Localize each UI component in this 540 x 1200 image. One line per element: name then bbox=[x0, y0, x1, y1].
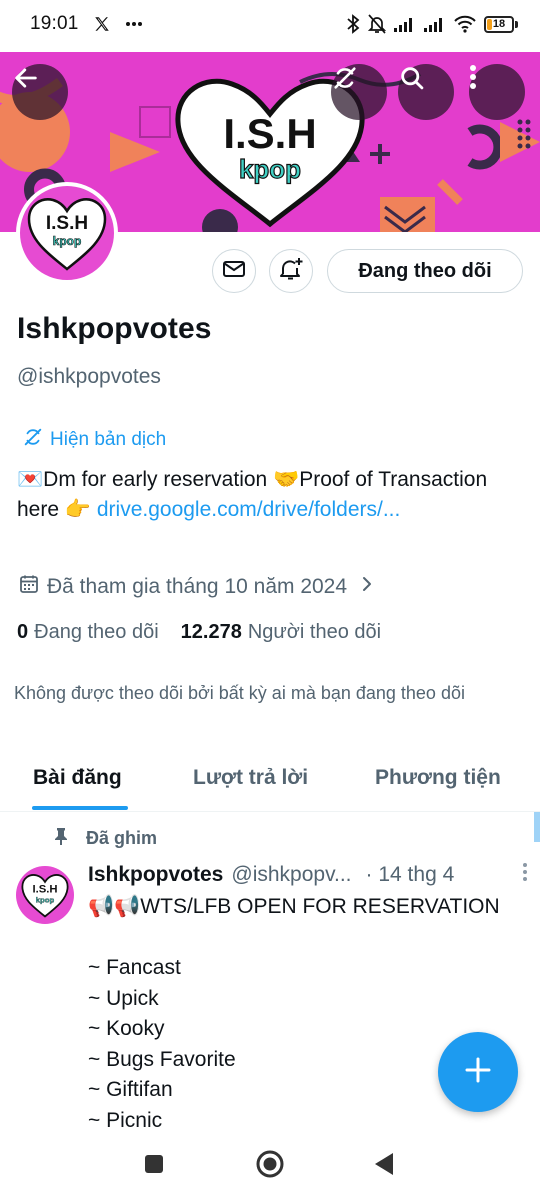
pinned-label: Đã ghim bbox=[86, 828, 158, 848]
tab-replies[interactable]: Lượt trả lời bbox=[193, 766, 308, 790]
translate-toggle-button[interactable] bbox=[331, 64, 387, 120]
followers-label: Người theo dõi bbox=[247, 621, 382, 643]
message-button[interactable] bbox=[212, 249, 256, 293]
tab-media[interactable]: Phương tiện bbox=[375, 766, 501, 790]
status-time: 19:01 bbox=[30, 13, 79, 34]
bio-link[interactable]: drive.google.com/drive/folders/... bbox=[97, 498, 400, 521]
post-time[interactable]: · 14 thg 4 bbox=[366, 863, 455, 887]
x-logo-icon bbox=[93, 15, 111, 33]
joined-label: Đã tham gia tháng 10 năm 2024 bbox=[47, 575, 348, 598]
show-translation-link[interactable]: Hiện bản dịch bbox=[22, 426, 166, 454]
chevron-right-icon bbox=[361, 575, 373, 599]
post-author-handle: @ishkpopv... bbox=[231, 862, 352, 886]
bell-plus-icon bbox=[278, 256, 304, 287]
post-author-name[interactable]: Ishkpopvotes bbox=[88, 863, 223, 887]
post-avatar-logo-text: I.S.H bbox=[32, 884, 57, 896]
bell-muted-icon bbox=[368, 14, 386, 34]
signal-icon bbox=[394, 16, 416, 32]
home-button[interactable] bbox=[254, 1150, 286, 1182]
signal-icon bbox=[424, 16, 446, 32]
more-options-button[interactable] bbox=[469, 64, 525, 120]
profile-handle: @ishkpopvotes bbox=[17, 365, 161, 388]
plus-icon bbox=[464, 1056, 492, 1089]
active-tab-indicator bbox=[32, 806, 128, 810]
mail-icon bbox=[222, 259, 246, 284]
profile-tabs: Bài đăng Lượt trả lời Phương tiện bbox=[0, 748, 540, 812]
post-more-button[interactable] bbox=[522, 862, 528, 887]
triangle-back-icon bbox=[373, 1152, 395, 1181]
square-icon bbox=[144, 1154, 164, 1179]
more-dots-icon bbox=[125, 21, 143, 27]
translate-label: Hiện bản dịch bbox=[50, 429, 167, 450]
back-nav-button[interactable] bbox=[368, 1150, 400, 1182]
following-button[interactable]: Đang theo dõi bbox=[327, 249, 523, 293]
wifi-icon bbox=[454, 15, 476, 33]
profile-avatar[interactable]: I.S.H kpop bbox=[16, 182, 118, 284]
battery-level: 18 bbox=[492, 18, 506, 30]
system-navigation-bar bbox=[0, 1130, 540, 1200]
translate-icon bbox=[22, 426, 44, 454]
profile-bio: 💌Dm for early reservation 🤝Proof of Tran… bbox=[17, 465, 517, 525]
battery-icon: 18 bbox=[484, 15, 518, 33]
pin-icon bbox=[52, 826, 70, 851]
pinned-indicator: Đã ghim bbox=[52, 826, 157, 851]
follow-stats: 0 Đang theo dõi 12.278 Người theo dõi bbox=[17, 621, 381, 644]
following-label: Đang theo dõi bbox=[34, 621, 159, 643]
tab-posts[interactable]: Bài đăng bbox=[33, 766, 122, 790]
scrollbar[interactable] bbox=[534, 812, 540, 842]
home-circle-icon bbox=[256, 1150, 284, 1183]
banner-logo-text: I.S.H bbox=[223, 110, 316, 157]
following-stat[interactable]: 0 Đang theo dõi bbox=[17, 621, 159, 644]
joined-date[interactable]: Đã tham gia tháng 10 năm 2024 bbox=[19, 574, 373, 600]
followers-count: 12.278 bbox=[180, 621, 242, 643]
status-bar: 19:01 18 bbox=[0, 0, 540, 48]
avatar-logo-subtext: kpop bbox=[53, 234, 82, 248]
search-button[interactable] bbox=[398, 64, 454, 120]
avatar-logo-text: I.S.H bbox=[46, 213, 88, 234]
banner-logo-subtext: kpop bbox=[239, 154, 301, 184]
followers-stat[interactable]: 12.278 Người theo dõi bbox=[181, 621, 381, 644]
post-avatar[interactable]: I.S.H kpop bbox=[16, 866, 74, 924]
not-followed-note: Không được theo dõi bởi bất kỳ ai mà bạn… bbox=[14, 683, 465, 703]
back-button[interactable] bbox=[12, 64, 68, 120]
more-vertical-icon bbox=[523, 863, 527, 881]
post-header: Ishkpopvotes @ishkpopv... · 14 thg 4 bbox=[88, 862, 528, 887]
profile-name: Ishkpopvotes bbox=[17, 312, 212, 345]
bluetooth-icon bbox=[346, 14, 360, 34]
recent-apps-button[interactable] bbox=[138, 1150, 170, 1182]
calendar-icon bbox=[19, 574, 39, 600]
notifications-button[interactable] bbox=[269, 249, 313, 293]
post-avatar-logo-subtext: kpop bbox=[36, 896, 55, 905]
compose-post-button[interactable] bbox=[438, 1032, 518, 1112]
following-count: 0 bbox=[17, 621, 29, 643]
